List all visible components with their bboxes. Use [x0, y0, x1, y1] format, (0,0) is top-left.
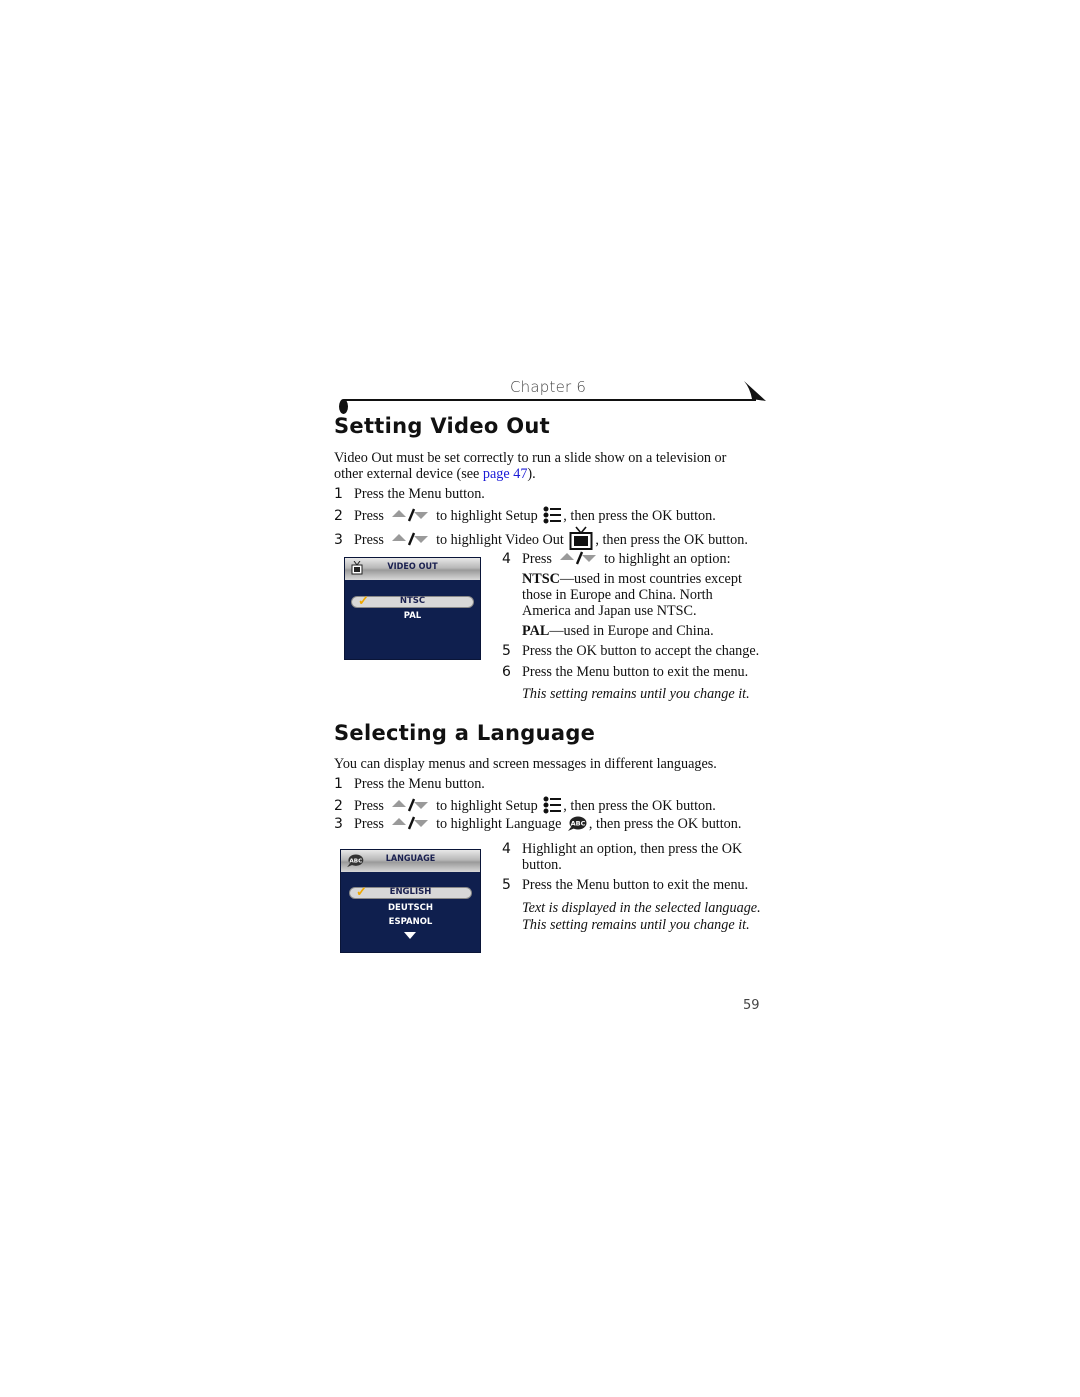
lang-step-4-cont: button. — [522, 857, 562, 873]
step-number: 2 — [334, 798, 343, 814]
step-number: 6 — [502, 664, 511, 680]
step-text: to highlight Setup — [436, 798, 538, 814]
section-title-language: Selecting a Language — [334, 721, 596, 745]
rule-start-dot — [339, 399, 348, 414]
step-text: Highlight an option, then press the OK — [522, 841, 743, 857]
step-text: to highlight Setup — [436, 508, 538, 524]
step-number: 5 — [502, 877, 511, 893]
step-text: , then press the OK button. — [595, 532, 748, 548]
option-label: ENGLISH — [389, 887, 432, 897]
step-text: Press — [354, 508, 384, 524]
option-desc: —used in Europe and China. — [549, 623, 714, 639]
setup-icon — [543, 506, 562, 524]
video-out-screen: VIDEO OUT ✓ NTSC PAL — [344, 557, 481, 660]
tv-icon — [569, 526, 593, 550]
up-down-arrows-icon — [391, 532, 428, 546]
abc-speech-icon: ABC — [567, 816, 587, 831]
scroll-down-arrow-icon[interactable] — [404, 932, 416, 939]
screen-header: VIDEO OUT — [345, 558, 480, 580]
step-text: Press — [354, 532, 384, 548]
step-1: 1 Press the Menu button. — [334, 486, 485, 502]
lang-step-1: 1 Press the Menu button. — [334, 776, 485, 792]
up-down-arrows-icon — [559, 551, 596, 565]
step-text: to highlight an option: — [604, 551, 731, 567]
option-name: NTSC — [522, 571, 560, 587]
option-ntsc-description: NTSC—used in most countries except those… — [522, 571, 760, 619]
step-text: Press — [354, 798, 384, 814]
video-out-intro: Video Out must be set correctly to run a… — [334, 450, 754, 482]
step-text: Press the Menu button to exit the menu. — [522, 877, 749, 893]
language-intro: You can display menus and screen message… — [334, 756, 717, 772]
menu-option-espanol[interactable]: ESPANOL — [341, 917, 480, 927]
option-name: PAL — [522, 623, 550, 639]
option-pal-description: PAL—used in Europe and China. — [522, 623, 760, 639]
step-number: 5 — [502, 643, 511, 659]
step-number: 3 — [334, 816, 343, 832]
step-4: 4 Press to highlight an option: — [502, 551, 731, 567]
page-47-link[interactable]: page 47 — [483, 466, 528, 482]
menu-option-deutsch[interactable]: DEUTSCH — [341, 903, 480, 913]
lang-step-4: 4 Highlight an option, then press the OK — [502, 841, 742, 857]
step-text: , then press the OK button. — [588, 816, 742, 832]
video-out-note: This setting remains until you change it… — [522, 686, 750, 702]
up-down-arrows-icon — [391, 798, 428, 812]
menu-option-english[interactable]: ✓ ENGLISH — [349, 884, 472, 899]
lang-step-2: 2 Press to highlight Setup , then press t… — [334, 796, 716, 814]
step-text: Press the Menu button. — [354, 486, 485, 502]
screen-title: VIDEO OUT — [387, 562, 438, 572]
step-6: 6 Press the Menu button to exit the menu. — [502, 664, 748, 680]
step-text: Press — [522, 551, 552, 567]
option-label: NTSC — [399, 596, 426, 606]
language-note-2: This setting remains until you change it… — [522, 917, 750, 933]
chapter-label: Chapter 6 — [510, 378, 587, 396]
section-title-video-out: Setting Video Out — [334, 414, 550, 438]
step-number: 2 — [334, 508, 343, 524]
step-text: Press — [354, 816, 384, 832]
step-2: 2 Press to highlight Setup , then press t… — [334, 506, 716, 524]
intro-text-end: ). — [527, 466, 536, 482]
step-number: 4 — [502, 551, 511, 567]
step-text: Press the OK button to accept the change… — [522, 643, 760, 659]
lang-step-5: 5 Press the Menu button to exit the menu. — [502, 877, 748, 893]
up-down-arrows-icon — [391, 816, 428, 830]
step-number: 1 — [334, 486, 343, 502]
page-number: 59 — [743, 998, 760, 1013]
rule-arrow-icon — [744, 381, 766, 401]
step-3: 3 Press to highlight Video Out , then pre… — [334, 526, 748, 550]
step-text: Press the Menu button. — [354, 776, 485, 792]
step-text: Press the Menu button to exit the menu. — [522, 664, 749, 680]
svg-text:ABC: ABC — [571, 820, 586, 828]
step-number: 1 — [334, 776, 343, 792]
step-number: 3 — [334, 532, 343, 548]
step-text: , then press the OK button. — [563, 798, 716, 814]
chapter-rule — [344, 399, 756, 401]
language-note-1: Text is displayed in the selected langua… — [522, 900, 761, 916]
step-text: to highlight Video Out — [436, 532, 564, 548]
menu-option-pal[interactable]: PAL — [345, 611, 480, 621]
language-screen: ABC LANGUAGE ✓ ENGLISH DEUTSCH ESPANOL — [340, 849, 481, 953]
screen-header: ABC LANGUAGE — [341, 850, 480, 872]
step-text: , then press the OK button. — [563, 508, 716, 524]
menu-option-ntsc[interactable]: ✓ NTSC — [351, 593, 474, 608]
step-5: 5 Press the OK button to accept the chang… — [502, 643, 759, 659]
step-text: to highlight Language — [436, 816, 562, 832]
setup-icon — [543, 796, 562, 814]
screen-title: LANGUAGE — [385, 854, 436, 864]
up-down-arrows-icon — [391, 508, 428, 522]
lang-step-3: 3 Press to highlight Language ABC, then p… — [334, 816, 741, 832]
step-number: 4 — [502, 841, 511, 857]
